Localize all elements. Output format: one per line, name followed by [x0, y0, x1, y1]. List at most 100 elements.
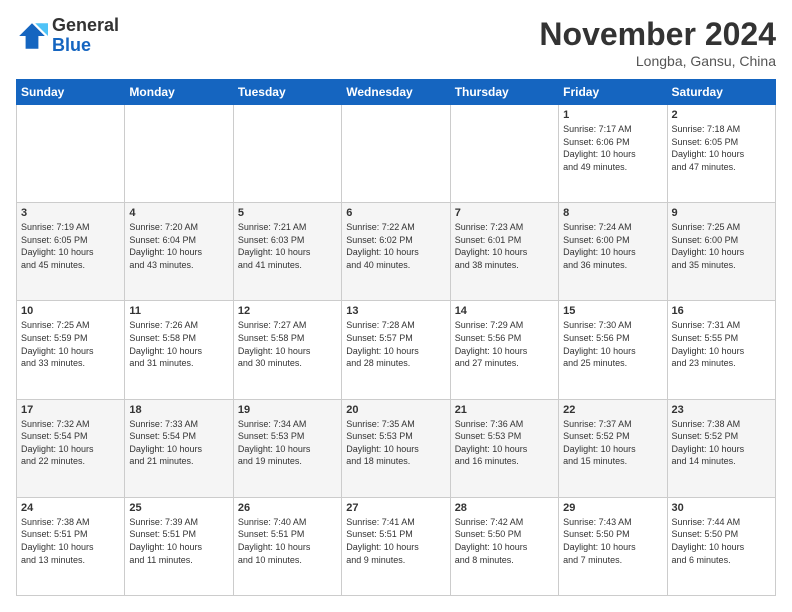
- day-header-friday: Friday: [559, 80, 667, 105]
- day-number: 19: [238, 404, 337, 416]
- day-info: Sunrise: 7:28 AM Sunset: 5:57 PM Dayligh…: [346, 319, 445, 369]
- day-info: Sunrise: 7:37 AM Sunset: 5:52 PM Dayligh…: [563, 418, 662, 468]
- day-info: Sunrise: 7:22 AM Sunset: 6:02 PM Dayligh…: [346, 221, 445, 271]
- day-info: Sunrise: 7:25 AM Sunset: 6:00 PM Dayligh…: [672, 221, 771, 271]
- day-info: Sunrise: 7:38 AM Sunset: 5:52 PM Dayligh…: [672, 418, 771, 468]
- logo-general: General: [52, 16, 119, 36]
- day-info: Sunrise: 7:27 AM Sunset: 5:58 PM Dayligh…: [238, 319, 337, 369]
- day-info: Sunrise: 7:44 AM Sunset: 5:50 PM Dayligh…: [672, 516, 771, 566]
- calendar-cell: [17, 105, 125, 203]
- day-header-tuesday: Tuesday: [233, 80, 341, 105]
- calendar-cell: 28 Sunrise: 7:42 AM Sunset: 5:50 PM Dayli…: [450, 497, 558, 595]
- day-info: Sunrise: 7:26 AM Sunset: 5:58 PM Dayligh…: [129, 319, 228, 369]
- day-number: 24: [21, 502, 120, 514]
- day-info: Sunrise: 7:40 AM Sunset: 5:51 PM Dayligh…: [238, 516, 337, 566]
- calendar-cell: 6 Sunrise: 7:22 AM Sunset: 6:02 PM Daylig…: [342, 203, 450, 301]
- day-info: Sunrise: 7:29 AM Sunset: 5:56 PM Dayligh…: [455, 319, 554, 369]
- calendar-cell: 22 Sunrise: 7:37 AM Sunset: 5:52 PM Dayli…: [559, 399, 667, 497]
- day-number: 26: [238, 502, 337, 514]
- calendar-cell: [342, 105, 450, 203]
- day-number: 28: [455, 502, 554, 514]
- day-info: Sunrise: 7:39 AM Sunset: 5:51 PM Dayligh…: [129, 516, 228, 566]
- day-number: 7: [455, 207, 554, 219]
- day-info: Sunrise: 7:30 AM Sunset: 5:56 PM Dayligh…: [563, 319, 662, 369]
- calendar-cell: 27 Sunrise: 7:41 AM Sunset: 5:51 PM Dayli…: [342, 497, 450, 595]
- day-number: 6: [346, 207, 445, 219]
- day-header-thursday: Thursday: [450, 80, 558, 105]
- day-info: Sunrise: 7:18 AM Sunset: 6:05 PM Dayligh…: [672, 123, 771, 173]
- day-number: 17: [21, 404, 120, 416]
- day-number: 5: [238, 207, 337, 219]
- logo-text: General Blue: [52, 16, 119, 56]
- calendar-cell: 1 Sunrise: 7:17 AM Sunset: 6:06 PM Daylig…: [559, 105, 667, 203]
- calendar-cell: [125, 105, 233, 203]
- calendar-cell: 2 Sunrise: 7:18 AM Sunset: 6:05 PM Daylig…: [667, 105, 775, 203]
- calendar-cell: 20 Sunrise: 7:35 AM Sunset: 5:53 PM Dayli…: [342, 399, 450, 497]
- calendar-cell: 10Sunrise: 7:25 AM Sunset: 5:59 PM Dayli…: [17, 301, 125, 399]
- day-number: 22: [563, 404, 662, 416]
- day-number: 12: [238, 305, 337, 317]
- day-number: 13: [346, 305, 445, 317]
- logo-icon: [16, 20, 48, 52]
- day-number: 14: [455, 305, 554, 317]
- calendar-cell: 9Sunrise: 7:25 AM Sunset: 6:00 PM Daylig…: [667, 203, 775, 301]
- day-info: Sunrise: 7:20 AM Sunset: 6:04 PM Dayligh…: [129, 221, 228, 271]
- calendar-cell: 7 Sunrise: 7:23 AM Sunset: 6:01 PM Daylig…: [450, 203, 558, 301]
- calendar-cell: 30 Sunrise: 7:44 AM Sunset: 5:50 PM Dayli…: [667, 497, 775, 595]
- day-info: Sunrise: 7:32 AM Sunset: 5:54 PM Dayligh…: [21, 418, 120, 468]
- calendar-cell: 24 Sunrise: 7:38 AM Sunset: 5:51 PM Dayli…: [17, 497, 125, 595]
- calendar-cell: 18Sunrise: 7:33 AM Sunset: 5:54 PM Dayli…: [125, 399, 233, 497]
- day-info: Sunrise: 7:25 AM Sunset: 5:59 PM Dayligh…: [21, 319, 120, 369]
- day-info: Sunrise: 7:21 AM Sunset: 6:03 PM Dayligh…: [238, 221, 337, 271]
- calendar-cell: 19 Sunrise: 7:34 AM Sunset: 5:53 PM Dayli…: [233, 399, 341, 497]
- page: General Blue November 2024 Longba, Gansu…: [0, 0, 792, 612]
- calendar-cell: 3Sunrise: 7:19 AM Sunset: 6:05 PM Daylig…: [17, 203, 125, 301]
- calendar-cell: 26 Sunrise: 7:40 AM Sunset: 5:51 PM Dayli…: [233, 497, 341, 595]
- calendar-cell: 5 Sunrise: 7:21 AM Sunset: 6:03 PM Daylig…: [233, 203, 341, 301]
- logo: General Blue: [16, 16, 119, 56]
- day-info: Sunrise: 7:17 AM Sunset: 6:06 PM Dayligh…: [563, 123, 662, 173]
- calendar-cell: [450, 105, 558, 203]
- day-header-wednesday: Wednesday: [342, 80, 450, 105]
- day-info: Sunrise: 7:24 AM Sunset: 6:00 PM Dayligh…: [563, 221, 662, 271]
- day-number: 8: [563, 207, 662, 219]
- day-number: 16: [672, 305, 771, 317]
- day-number: 27: [346, 502, 445, 514]
- day-number: 2: [672, 109, 771, 121]
- calendar-cell: [233, 105, 341, 203]
- day-info: Sunrise: 7:43 AM Sunset: 5:50 PM Dayligh…: [563, 516, 662, 566]
- calendar-cell: 4 Sunrise: 7:20 AM Sunset: 6:04 PM Daylig…: [125, 203, 233, 301]
- calendar-cell: 23 Sunrise: 7:38 AM Sunset: 5:52 PM Dayli…: [667, 399, 775, 497]
- day-info: Sunrise: 7:38 AM Sunset: 5:51 PM Dayligh…: [21, 516, 120, 566]
- day-number: 1: [563, 109, 662, 121]
- day-number: 4: [129, 207, 228, 219]
- calendar-cell: 15 Sunrise: 7:30 AM Sunset: 5:56 PM Dayli…: [559, 301, 667, 399]
- day-info: Sunrise: 7:42 AM Sunset: 5:50 PM Dayligh…: [455, 516, 554, 566]
- calendar-cell: 17 Sunrise: 7:32 AM Sunset: 5:54 PM Dayli…: [17, 399, 125, 497]
- day-number: 11: [129, 305, 228, 317]
- calendar-cell: 16 Sunrise: 7:31 AM Sunset: 5:55 PM Dayli…: [667, 301, 775, 399]
- calendar-cell: 13 Sunrise: 7:28 AM Sunset: 5:57 PM Dayli…: [342, 301, 450, 399]
- day-number: 15: [563, 305, 662, 317]
- day-info: Sunrise: 7:23 AM Sunset: 6:01 PM Dayligh…: [455, 221, 554, 271]
- calendar-cell: 8 Sunrise: 7:24 AM Sunset: 6:00 PM Daylig…: [559, 203, 667, 301]
- day-info: Sunrise: 7:34 AM Sunset: 5:53 PM Dayligh…: [238, 418, 337, 468]
- day-header-saturday: Saturday: [667, 80, 775, 105]
- calendar-cell: 21Sunrise: 7:36 AM Sunset: 5:53 PM Dayli…: [450, 399, 558, 497]
- day-info: Sunrise: 7:31 AM Sunset: 5:55 PM Dayligh…: [672, 319, 771, 369]
- day-number: 3: [21, 207, 120, 219]
- day-number: 20: [346, 404, 445, 416]
- calendar-cell: 25 Sunrise: 7:39 AM Sunset: 5:51 PM Dayli…: [125, 497, 233, 595]
- day-number: 30: [672, 502, 771, 514]
- header: General Blue November 2024 Longba, Gansu…: [16, 16, 776, 69]
- day-number: 23: [672, 404, 771, 416]
- logo-blue: Blue: [52, 36, 119, 56]
- title-block: November 2024 Longba, Gansu, China: [539, 16, 776, 69]
- day-info: Sunrise: 7:35 AM Sunset: 5:53 PM Dayligh…: [346, 418, 445, 468]
- month-title: November 2024: [539, 16, 776, 53]
- day-info: Sunrise: 7:36 AM Sunset: 5:53 PM Dayligh…: [455, 418, 554, 468]
- day-number: 25: [129, 502, 228, 514]
- calendar-cell: 29Sunrise: 7:43 AM Sunset: 5:50 PM Dayli…: [559, 497, 667, 595]
- calendar-cell: 14 Sunrise: 7:29 AM Sunset: 5:56 PM Dayli…: [450, 301, 558, 399]
- day-info: Sunrise: 7:41 AM Sunset: 5:51 PM Dayligh…: [346, 516, 445, 566]
